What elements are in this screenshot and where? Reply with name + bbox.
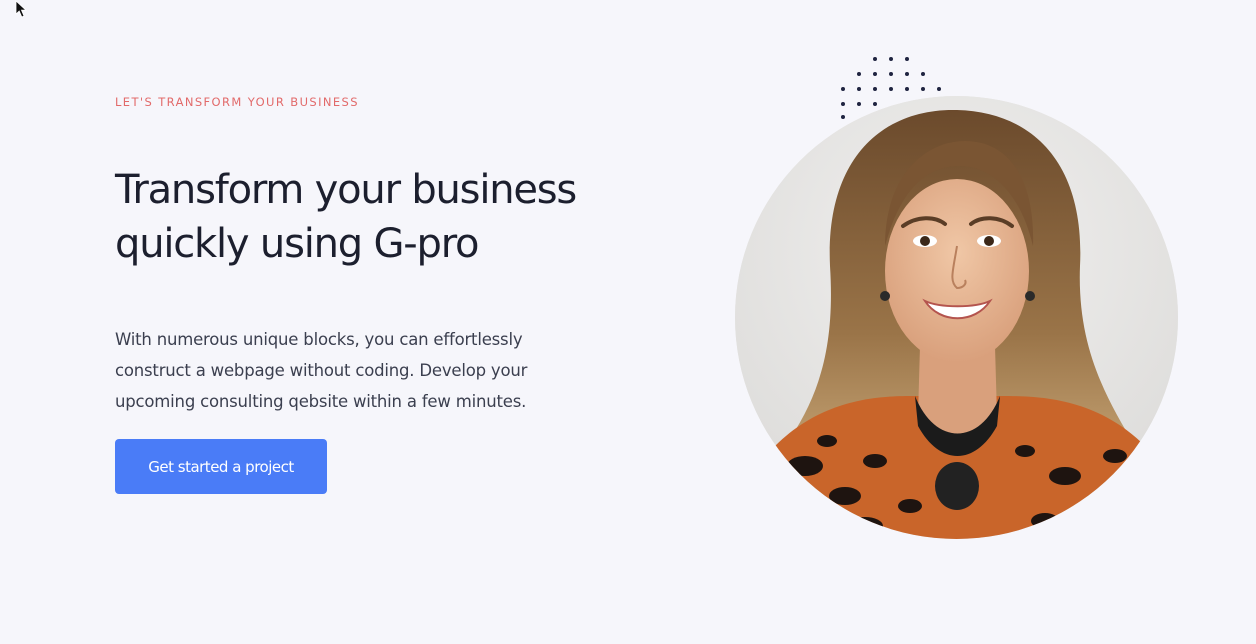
hero-description: With numerous unique blocks, you can eff… (115, 324, 555, 417)
hero-content: LET'S TRANSFORM YOUR BUSINESS Transform … (115, 0, 635, 644)
hero-headline-line-2: quickly using G-pro (115, 221, 480, 267)
mouse-cursor-icon (15, 0, 28, 18)
hero-description-line-1: With numerous unique blocks, you can eff… (115, 330, 523, 349)
hero-headline: Transform your business quickly using G-… (115, 163, 635, 271)
woman-portrait-illustration (735, 96, 1178, 539)
hero-description-line-2: construct a webpage without coding. Deve… (115, 361, 528, 380)
hero-eyebrow: LET'S TRANSFORM YOUR BUSINESS (115, 95, 359, 109)
hero-description-line-3: upcoming consulting qebsite within a few… (115, 392, 527, 411)
get-started-button[interactable]: Get started a project (115, 439, 327, 494)
hero-portrait-image (735, 96, 1178, 539)
hero-headline-line-1: Transform your business (115, 167, 577, 213)
